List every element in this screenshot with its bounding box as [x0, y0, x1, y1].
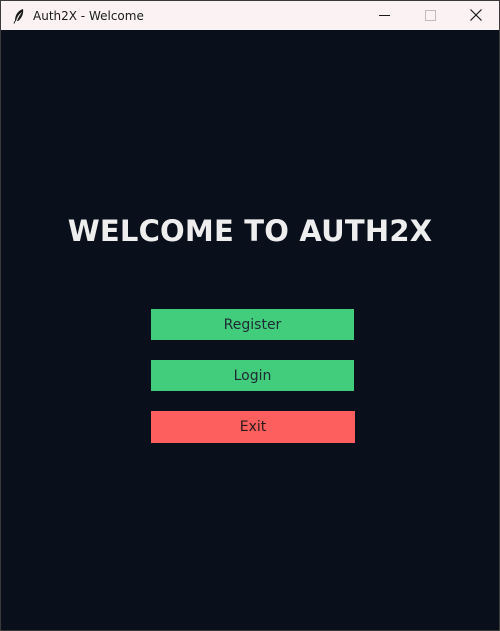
login-button[interactable]: Login	[151, 360, 354, 391]
window-controls	[361, 1, 499, 30]
minimize-button[interactable]	[361, 1, 407, 30]
exit-button[interactable]: Exit	[151, 411, 355, 443]
close-icon	[470, 6, 482, 25]
title-bar[interactable]: Auth2X - Welcome	[1, 1, 499, 30]
window-title: Auth2X - Welcome	[33, 8, 144, 23]
main-content: WELCOME TO AUTH2X Register Login Exit	[1, 30, 499, 630]
register-button[interactable]: Register	[151, 309, 354, 340]
feather-icon	[11, 8, 27, 24]
welcome-heading: WELCOME TO AUTH2X	[67, 214, 433, 248]
close-button[interactable]	[453, 1, 499, 30]
maximize-icon	[424, 6, 436, 25]
maximize-button[interactable]	[407, 1, 453, 30]
app-window: Auth2X - Welcome WELCOME TO AUTH2X Regis…	[0, 0, 500, 631]
minimize-icon	[378, 6, 390, 25]
